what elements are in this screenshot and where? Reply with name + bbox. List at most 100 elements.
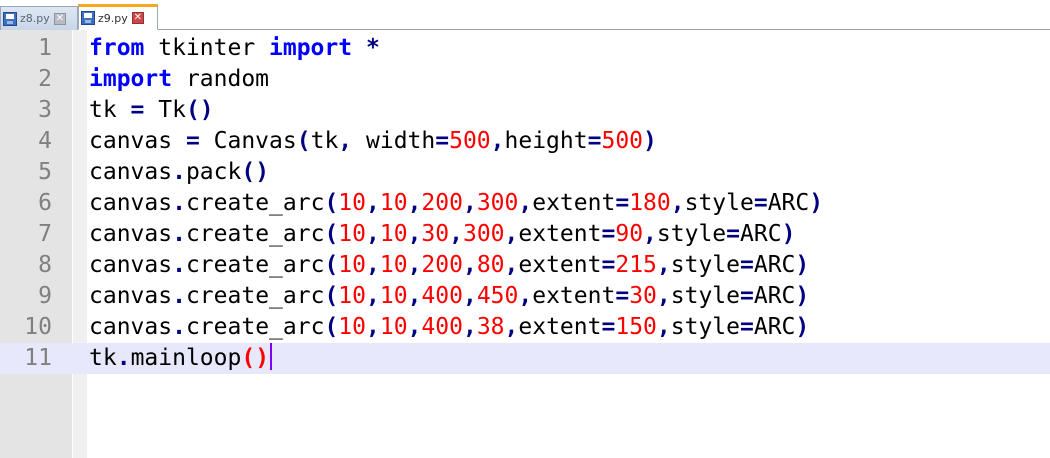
code-token: extent (532, 283, 616, 309)
code-token: extent (518, 252, 602, 278)
code-token: = (185, 128, 200, 154)
code-token: 215 (615, 252, 657, 278)
code-token: import (269, 35, 353, 61)
code-token: , (462, 283, 477, 309)
code-token: canvas (89, 221, 173, 247)
code-text: canvas.pack() (89, 157, 269, 188)
code-token: 10 (379, 190, 408, 216)
code-token: import (89, 66, 173, 92)
code-token: style (670, 283, 740, 309)
code-token: 500 (449, 128, 491, 154)
code-token: , (656, 314, 671, 340)
line-number: 5 (38, 159, 52, 185)
code-line[interactable]: 2 import random (0, 64, 1050, 95)
code-token: . (172, 221, 186, 247)
code-token: random (172, 66, 270, 92)
code-token: . (172, 283, 186, 309)
code-token: 38 (476, 314, 505, 340)
code-token: 10 (338, 283, 366, 309)
code-token: , (366, 314, 380, 340)
line-number: 9 (38, 283, 52, 309)
code-text: tk = Tk() (89, 95, 214, 126)
code-token: . (172, 159, 186, 185)
code-token: , (407, 221, 422, 247)
code-token: 30 (421, 221, 450, 247)
code-line[interactable]: 5 canvas.pack() (0, 157, 1050, 188)
text-caret (270, 343, 273, 370)
code-token: 300 (476, 190, 519, 216)
code-token: width (352, 128, 436, 154)
code-token: ( (296, 128, 311, 154)
code-token: 400 (421, 283, 463, 309)
code-token: = (615, 190, 630, 216)
code-line[interactable]: 7 canvas.create_arc(10,10,30,300,extent=9… (0, 219, 1050, 250)
code-token: canvas (89, 159, 173, 185)
code-token: . (116, 345, 131, 371)
code-token: ARC (753, 283, 796, 309)
code-token: 300 (462, 221, 505, 247)
code-token: extent (518, 314, 602, 340)
code-text: canvas.create_arc(10,10,30,300,extent=90… (89, 219, 795, 250)
code-token: create_arc (185, 221, 325, 247)
code-token: ) (795, 283, 810, 309)
code-token: , (518, 283, 533, 309)
code-token: () (185, 97, 214, 123)
code-token: 10 (338, 190, 366, 216)
code-token: extent (532, 190, 616, 216)
line-number: 10 (24, 314, 52, 340)
code-token: , (462, 252, 477, 278)
code-line[interactable]: 1 from tkinter import * (0, 33, 1050, 64)
code-token: ARC (753, 252, 796, 278)
code-token: canvas (89, 128, 186, 154)
code-token: ARC (767, 190, 810, 216)
code-line[interactable]: 11 tk.mainloop() (0, 343, 1050, 374)
tab-z9-py[interactable]: z9.py ✕ (78, 4, 158, 30)
code-token: , (490, 128, 505, 154)
tab-z8-py[interactable]: z8.py ✕ (0, 6, 78, 30)
close-icon[interactable]: ✕ (53, 12, 66, 25)
code-editor[interactable]: 1 from tkinter import * 2 import random 3 tk … (0, 30, 1050, 458)
code-token: 200 (421, 190, 463, 216)
code-token: 10 (379, 252, 408, 278)
save-icon (81, 11, 95, 25)
code-line[interactable]: 6 canvas.create_arc(10,10,200,300,extent=… (0, 188, 1050, 219)
code-token: , (338, 128, 353, 154)
code-token: = (130, 97, 145, 123)
line-number: 11 (24, 345, 52, 371)
code-token: Canvas (199, 128, 297, 154)
code-token: tk (310, 128, 339, 154)
code-token: () (241, 159, 270, 185)
code-token: ( (324, 221, 339, 247)
code-line[interactable]: 10 canvas.create_arc(10,10,400,38,extent=… (0, 312, 1050, 343)
code-token: , (449, 221, 463, 247)
close-icon[interactable]: ✕ (131, 12, 144, 24)
code-token: ) (795, 314, 810, 340)
code-token: = (740, 252, 754, 278)
code-token: = (726, 221, 741, 247)
code-line[interactable]: 9 canvas.create_arc(10,10,400,450,extent=… (0, 281, 1050, 312)
editor-window: z8.py ✕ z9.py ✕ 1 from tkinter import * 2 i… (0, 0, 1050, 458)
save-icon (3, 11, 17, 26)
code-token: , (366, 252, 380, 278)
code-line[interactable]: 3 tk = Tk() (0, 95, 1050, 126)
code-token: , (504, 314, 519, 340)
code-token: style (684, 190, 754, 216)
code-token: 10 (379, 283, 408, 309)
code-token: canvas (89, 190, 173, 216)
code-token: ( (324, 190, 339, 216)
code-token: ARC (753, 314, 796, 340)
code-token: 10 (338, 314, 366, 340)
code-token: , (407, 314, 422, 340)
code-token: = (601, 221, 616, 247)
code-token: * (365, 35, 380, 61)
tab-bar: z8.py ✕ z9.py ✕ (0, 0, 1050, 30)
code-token: 180 (629, 190, 671, 216)
code-token: style (656, 221, 727, 247)
code-token: ( (324, 283, 339, 309)
code-token: = (740, 283, 754, 309)
code-line[interactable]: 4 canvas = Canvas(tk, width=500,height=50… (0, 126, 1050, 157)
line-number: 4 (38, 128, 52, 154)
code-token: ( (324, 314, 339, 340)
code-line[interactable]: 8 canvas.create_arc(10,10,200,80,extent=2… (0, 250, 1050, 281)
